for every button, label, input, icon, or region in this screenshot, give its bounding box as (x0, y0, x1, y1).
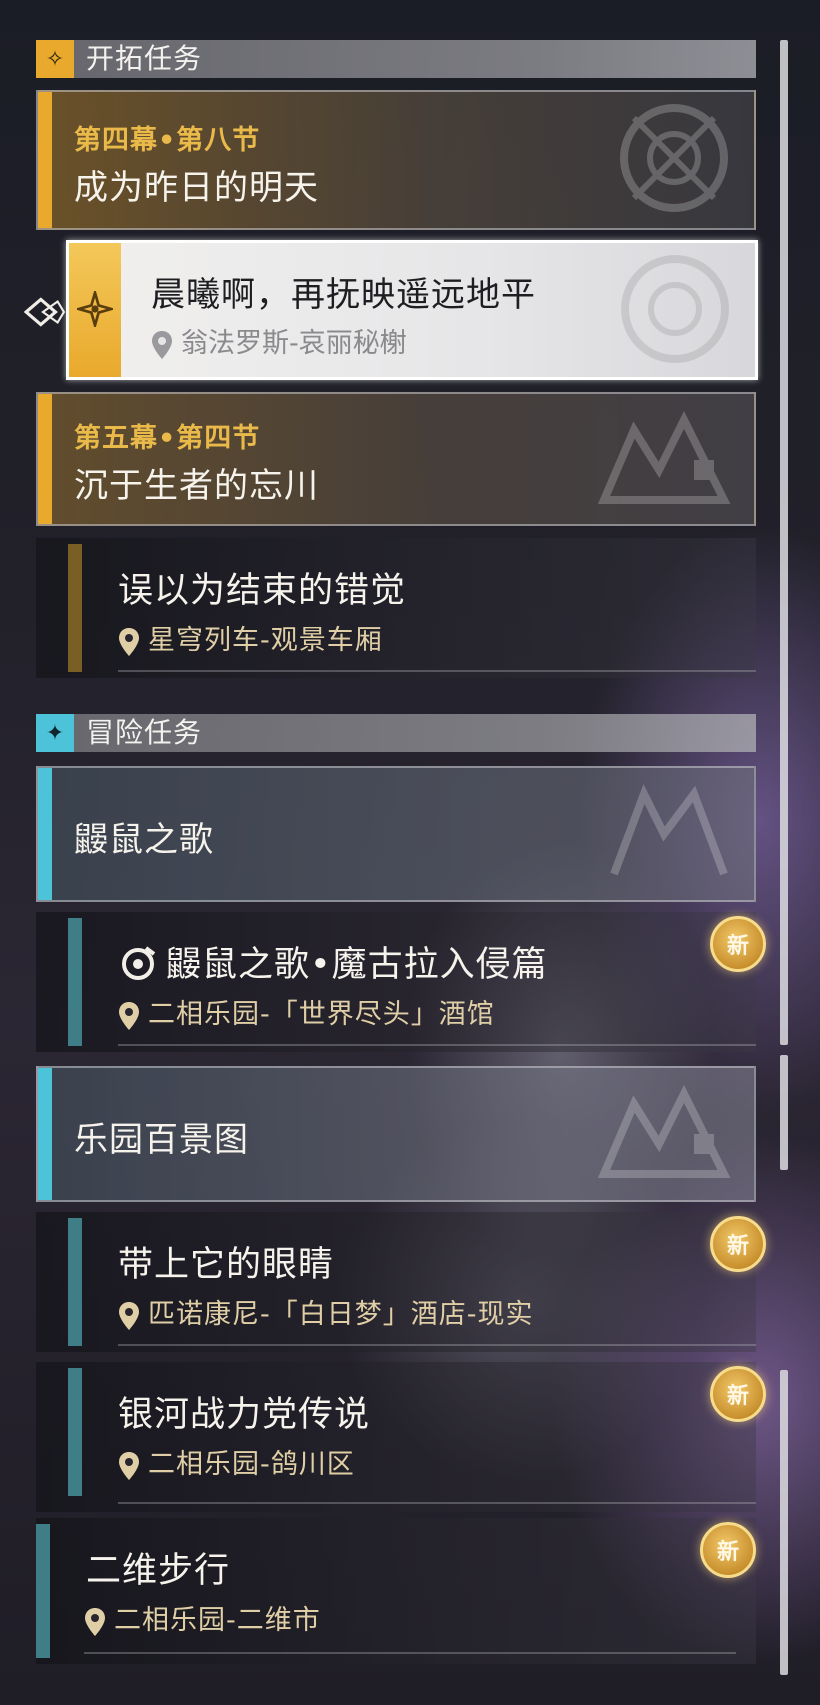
sub-quest-title: 误以为结束的错觉 (118, 571, 407, 611)
group-title: 乐园百景图 (74, 1120, 249, 1160)
section-title: 冒险任务 (86, 716, 203, 749)
quest-accent-bar (68, 918, 82, 1046)
quest-location: 二相乐园-鸽川区 (118, 1442, 355, 1481)
adventure-group-card-1[interactable]: 鼹鼠之歌 (36, 766, 756, 902)
section-title: 开拓任务 (86, 42, 203, 75)
quest-location: 匹诺康尼-「白日梦」酒店-现实 (118, 1292, 534, 1331)
location-text: 星穹列车-观景车厢 (148, 625, 383, 656)
row-underline (118, 1502, 756, 1504)
location-text: 二相乐园-鸽川区 (148, 1449, 355, 1480)
sub-quest-location: 星穹列车-观景车厢 (118, 618, 383, 657)
row-underline (84, 1652, 736, 1654)
location-pin-icon (119, 1451, 139, 1480)
location-pin-icon (85, 1607, 105, 1636)
quest-emblem-icon (621, 255, 729, 363)
quest-title: 成为昨日的明天 (74, 168, 319, 208)
quest-title: 银河战力党传说 (118, 1395, 371, 1435)
row-underline (118, 1044, 756, 1046)
trailblaze-section-header: ✧ 开拓任务 (36, 40, 756, 78)
quest-accent-bar (38, 394, 52, 524)
row-underline (118, 670, 756, 672)
sub-quest-row[interactable]: 误以为结束的错觉 星穹列车-观景车厢 (36, 538, 756, 678)
selected-quest-location: 翁法罗斯-哀丽秘榭 (151, 321, 407, 360)
location-pin-icon (119, 627, 139, 656)
location-pin-icon (119, 1301, 139, 1330)
quest-chapter: 第五幕•第四节 (74, 423, 261, 454)
sparkle-icon (77, 291, 113, 327)
location-pin-icon (152, 330, 172, 359)
new-badge: 新 (710, 1216, 766, 1272)
quest-accent-bar (68, 1368, 82, 1496)
adventure-icon: ✦ (36, 714, 74, 752)
quest-title: 沉于生者的忘川 (74, 466, 319, 506)
location-text: 二相乐园-二维市 (114, 1605, 321, 1636)
trailblaze-icon: ✧ (36, 40, 74, 78)
group-accent-bar (38, 768, 52, 900)
group-emblem-icon (597, 1085, 731, 1178)
group-emblem-icon (610, 784, 728, 876)
quest-accent-bar (38, 92, 52, 228)
quest-location: 二相乐园-「世界尽头」酒馆 (118, 992, 495, 1031)
adventure-quest-row[interactable]: 带上它的眼睛 匹诺康尼-「白日梦」酒店-现实 新 (36, 1212, 766, 1352)
selected-quest-title: 晨曦啊，再抚映遥远地平 (151, 275, 536, 315)
group-accent-bar (38, 1068, 52, 1200)
adventure-quest-row[interactable]: 鼹鼠之歌•魔古拉入侵篇 二相乐园-「世界尽头」酒馆 新 (36, 912, 766, 1052)
selected-quest-card[interactable]: 晨曦啊，再抚映遥远地平 翁法罗斯-哀丽秘榭 (66, 240, 758, 380)
quest-accent-bar (68, 1218, 82, 1346)
trailblaze-quest-card-2[interactable]: 第五幕•第四节 沉于生者的忘川 (36, 392, 756, 526)
adventure-quest-row[interactable]: 二维步行 二相乐园-二维市 新 (36, 1518, 756, 1664)
location-text: 翁法罗斯-哀丽秘榭 (181, 328, 407, 359)
quest-location: 二相乐园-二维市 (84, 1598, 321, 1637)
new-badge: 新 (700, 1522, 756, 1578)
quest-title: 带上它的眼睛 (118, 1245, 335, 1285)
scrollbar-track-bottom[interactable] (780, 1370, 788, 1675)
scrollbar-track-lower[interactable] (780, 1055, 788, 1170)
event-quest-icon (122, 946, 156, 980)
trailblaze-quest-card-1[interactable]: 第四幕•第八节 成为昨日的明天 (36, 90, 756, 230)
group-title: 鼹鼠之歌 (74, 820, 214, 860)
location-pin-icon (119, 1001, 139, 1030)
location-text: 二相乐园-「世界尽头」酒馆 (148, 999, 495, 1030)
quest-chapter: 第四幕•第八节 (74, 125, 261, 156)
quest-title: 鼹鼠之歌•魔古拉入侵篇 (166, 945, 548, 985)
new-badge: 新 (710, 916, 766, 972)
adventure-group-card-2[interactable]: 乐园百景图 (36, 1066, 756, 1202)
new-badge: 新 (710, 1366, 766, 1422)
sub-quest-accent-bar (68, 544, 82, 672)
selected-arrow-icon (24, 297, 66, 327)
quest-title: 二维步行 (86, 1551, 231, 1591)
quest-accent-bar (36, 1524, 50, 1658)
scrollbar-track[interactable] (780, 40, 788, 1045)
row-underline (118, 1344, 756, 1346)
adventure-section-header: ✦ 冒险任务 (36, 714, 756, 752)
quest-emblem-icon (597, 411, 731, 504)
quest-emblem-icon (620, 104, 728, 212)
adventure-quest-row[interactable]: 银河战力党传说 二相乐园-鸽川区 新 (36, 1362, 766, 1512)
location-text: 匹诺康尼-「白日梦」酒店-现实 (148, 1299, 534, 1330)
selected-quest-gold-tab (69, 243, 121, 377)
